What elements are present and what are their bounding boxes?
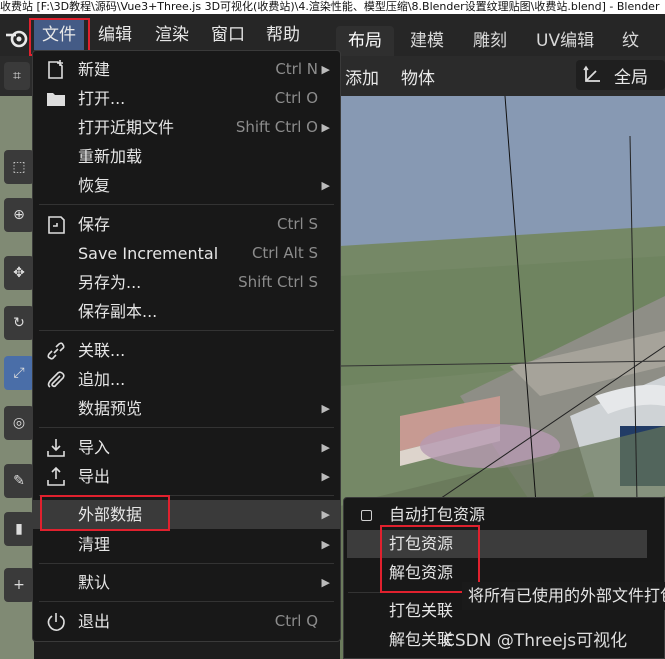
- menu-item-open[interactable]: 打开... Ctrl O: [33, 84, 340, 113]
- menu-item-recover[interactable]: 恢复 ▶: [33, 171, 340, 200]
- power-icon: [47, 613, 65, 631]
- transform-icon: [583, 65, 600, 82]
- menu-item-data-previews[interactable]: 数据预览 ▶: [33, 394, 340, 423]
- menu-item-save[interactable]: 保存 Ctrl S: [33, 210, 340, 239]
- blender-logo-icon[interactable]: [4, 27, 30, 49]
- annotate-icon[interactable]: ✎: [4, 464, 34, 498]
- watermark: CSDN @Threejs可视化: [443, 631, 628, 651]
- add-cube-icon[interactable]: +: [4, 568, 34, 602]
- import-icon: [47, 439, 65, 457]
- export-icon: [47, 466, 65, 486]
- menu-separator: [39, 427, 334, 428]
- menu-item-new[interactable]: 新建 Ctrl N ▶: [33, 55, 340, 84]
- rotate-icon[interactable]: ↻: [4, 306, 34, 340]
- menu-separator: [39, 204, 334, 205]
- menu-item-save-copy[interactable]: 保存副本...: [33, 297, 340, 326]
- tab-modeling[interactable]: 建模: [398, 26, 456, 56]
- menu-item-append[interactable]: 追加...: [33, 365, 340, 394]
- menu-separator: [39, 495, 334, 496]
- add-menu[interactable]: 添加: [345, 64, 379, 89]
- transform-tool-icon[interactable]: ◎: [4, 406, 34, 440]
- menu-window[interactable]: 窗口: [203, 20, 253, 50]
- menu-item-clean-up[interactable]: 清理 ▶: [33, 530, 340, 559]
- measure-icon[interactable]: ▮: [4, 512, 34, 546]
- menu-item-open-recent[interactable]: 打开近期文件 Shift Ctrl O ▶: [33, 113, 340, 142]
- menu-separator: [39, 563, 334, 564]
- tooltip: 将所有已使用的外部文件打包: [462, 582, 665, 610]
- new-file-icon: [48, 60, 63, 79]
- object-menu[interactable]: 物体: [401, 64, 435, 89]
- select-box-icon[interactable]: ⬚: [4, 150, 34, 184]
- menu-item-defaults[interactable]: 默认 ▶: [33, 568, 340, 597]
- menu-item-link[interactable]: 关联...: [33, 336, 340, 365]
- menu-render[interactable]: 渲染: [147, 20, 197, 50]
- menu-separator: [39, 601, 334, 602]
- menu-item-quit[interactable]: 退出 Ctrl Q: [33, 607, 340, 636]
- menu-file[interactable]: 文件: [34, 20, 84, 50]
- link-icon: [47, 342, 65, 360]
- menu-item-pack-resources[interactable]: 打包资源: [347, 530, 647, 558]
- menu-item-import[interactable]: 导入 ▶: [33, 433, 340, 462]
- menu-item-export[interactable]: 导出 ▶: [33, 462, 340, 491]
- file-menu: 新建 Ctrl N ▶ 打开... Ctrl O 打开近期文件 Shift Ct…: [32, 50, 341, 642]
- transform-orientation[interactable]: 全局: [576, 60, 665, 90]
- tab-layout[interactable]: 布局: [336, 26, 394, 56]
- cursor-icon[interactable]: ⊕: [4, 198, 34, 232]
- menu-item-save-as[interactable]: 另存为... Shift Ctrl S: [33, 268, 340, 297]
- scale-icon[interactable]: ⤢: [4, 356, 34, 390]
- save-icon: [48, 216, 65, 234]
- tab-sculpting[interactable]: 雕刻: [461, 26, 519, 56]
- paperclip-icon: [47, 371, 65, 388]
- tab-uv-editing[interactable]: UV编辑: [524, 26, 606, 56]
- menu-item-revert[interactable]: 重新加载: [33, 142, 340, 171]
- menu-item-autopack[interactable]: 自动打包资源: [344, 501, 664, 529]
- menu-help[interactable]: 帮助: [258, 20, 308, 50]
- menu-edit[interactable]: 编辑: [90, 20, 140, 50]
- menu-separator: [39, 330, 334, 331]
- menu-item-save-incremental[interactable]: Save Incremental Ctrl Alt S: [33, 239, 340, 268]
- tab-texture-paint[interactable]: 纹理绘: [610, 26, 665, 111]
- checkbox-icon[interactable]: [361, 510, 372, 521]
- move-icon[interactable]: ✥: [4, 256, 34, 290]
- menu-item-external-data[interactable]: 外部数据 ▶: [33, 500, 340, 529]
- transform-label: 全局: [614, 68, 648, 88]
- window-title: 收费站 [F:\3D教程\源码\Vue3+Three.js 3D可视化(收费站)…: [0, 0, 665, 14]
- editor-type-icon[interactable]: ⌗: [4, 62, 30, 90]
- folder-open-icon: [47, 93, 65, 106]
